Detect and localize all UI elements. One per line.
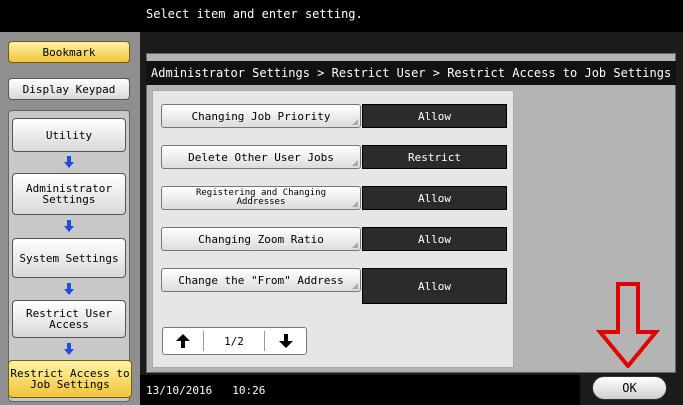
up-arrow-icon[interactable] (163, 328, 203, 354)
instruction-message: Select item and enter setting. (146, 7, 363, 21)
display-keypad-button[interactable]: Display Keypad (8, 78, 130, 100)
flow-down-arrow-icon (8, 282, 130, 296)
red-arrow-annotation-icon (596, 282, 660, 368)
pager: 1/2 (162, 327, 307, 355)
status-bar: 13/10/2016 10:26 (140, 375, 580, 405)
setting-button-change-from-address[interactable]: Change the "From" Address (161, 268, 361, 292)
setting-value: Allow (362, 186, 507, 210)
setting-button-delete-other-user-jobs[interactable]: Delete Other User Jobs (161, 145, 361, 169)
setting-label: Registering and Changing Addresses (195, 188, 327, 207)
setting-button-changing-job-priority[interactable]: Changing Job Priority (161, 104, 361, 128)
flow-down-arrow-icon (8, 219, 130, 233)
setting-label: Change the "From" Address (178, 273, 344, 287)
flow-item-system-settings[interactable]: System Settings (12, 238, 126, 278)
flow-item-restrict-access-job-settings[interactable]: Restrict Access to Job Settings (8, 360, 132, 398)
ok-button[interactable]: OK (592, 376, 667, 400)
setting-value: Allow (362, 104, 507, 128)
setting-button-changing-zoom-ratio[interactable]: Changing Zoom Ratio (161, 227, 361, 251)
date-text: 13/10/2016 (146, 383, 213, 397)
setting-label: Delete Other User Jobs (188, 150, 334, 164)
flow-down-arrow-icon (8, 342, 130, 356)
setting-value: Allow (362, 227, 507, 251)
setting-value: Restrict (362, 145, 507, 169)
down-arrow-icon[interactable] (266, 328, 306, 354)
time-text: 10:26 (232, 383, 266, 397)
setting-label: Changing Zoom Ratio (198, 232, 324, 246)
bookmark-button[interactable]: Bookmark (8, 41, 130, 63)
flow-down-arrow-icon (8, 155, 130, 169)
setting-value: Allow (362, 268, 507, 304)
flow-item-utility[interactable]: Utility (12, 118, 126, 152)
flow-item-administrator-settings[interactable]: Administrator Settings (12, 173, 126, 215)
page-indicator: 1/2 (203, 331, 265, 351)
breadcrumb: Administrator Settings > Restrict User >… (146, 61, 676, 85)
setting-button-registering-addresses[interactable]: Registering and Changing Addresses (161, 186, 361, 210)
flow-item-restrict-user-access[interactable]: Restrict User Access (12, 300, 126, 338)
setting-label: Changing Job Priority (191, 109, 331, 123)
